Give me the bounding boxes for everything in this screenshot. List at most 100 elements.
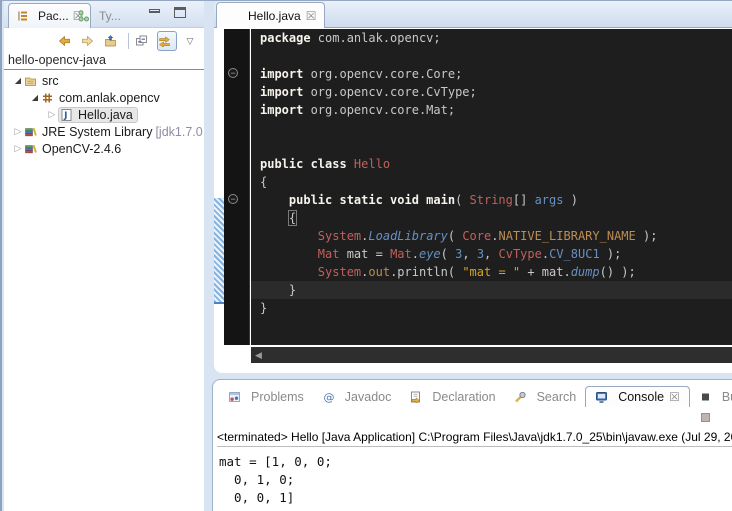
code-line-7 (260, 137, 732, 155)
tree-item-content: src (24, 74, 59, 88)
tree-item-label: JRE System Library (42, 125, 152, 139)
range-indicator (214, 198, 224, 304)
close-icon[interactable]: ☒ (306, 10, 317, 22)
tree-item-com-anlak-opencv[interactable]: ◢ com.anlak.opencv (4, 89, 204, 106)
expand-arrow-icon[interactable]: ▷ (12, 126, 24, 137)
console-tab-label: Console (618, 390, 664, 404)
declaration-icon (409, 391, 423, 403)
tree-item-content: com.anlak.opencv (41, 91, 160, 105)
up-folder-icon (104, 35, 118, 47)
horizontal-scrollbar[interactable]: ◀ (251, 347, 732, 363)
code-area[interactable]: package com.anlak.opencv; import org.open… (251, 29, 732, 345)
code-line-13: Mat mat = Mat.eye( 3, 3, CvType.CV_8UC1 … (260, 245, 732, 263)
console-tab-problems[interactable]: Problems (219, 387, 313, 407)
console-tab-label: Bug Explorer (722, 390, 732, 404)
fold-collapse-icon[interactable]: − (228, 68, 238, 78)
back-arrow-icon (58, 35, 72, 47)
console-tab-javadoc[interactable]: @ Javadoc (313, 387, 401, 407)
tree-item-hello-java[interactable]: ▷ J Hello.java (4, 106, 204, 123)
toolbar-separator (128, 33, 129, 49)
java-file-icon (225, 10, 239, 22)
view-tab-label: Pac... (38, 9, 69, 23)
java-file-icon: J (60, 109, 74, 121)
square-icon (699, 391, 713, 403)
console-tab-bug-explorer[interactable]: Bug Explorer (690, 387, 732, 407)
search-icon (514, 391, 528, 403)
problems-icon (228, 391, 242, 403)
forward-arrow-icon (81, 35, 95, 47)
code-line-10: public static void main( String[] args ) (260, 191, 732, 209)
view-menu-icon: ▽ (185, 36, 196, 47)
minimize-icon[interactable] (149, 9, 160, 13)
tree-item-label: src (42, 74, 59, 88)
close-icon[interactable]: ☒ (669, 391, 680, 403)
javadoc-icon: @ (322, 391, 336, 403)
console-tab-search[interactable]: Search (505, 387, 586, 407)
view-tab-label: Ty... (99, 9, 121, 23)
svg-text:@: @ (323, 391, 334, 403)
svg-text:J: J (63, 111, 67, 121)
collapse-arrow-icon[interactable]: ◢ (12, 76, 24, 85)
code-line-6 (260, 119, 732, 137)
tree-item-jre-system-library[interactable]: ▷JRE System Library[jdk1.7.0 (4, 123, 204, 140)
console-tab-label: Search (537, 390, 577, 404)
package-explorer-icon (16, 10, 30, 22)
forward-button[interactable] (80, 31, 100, 51)
collapse-all-icon (135, 35, 149, 47)
console-tab-declaration[interactable]: Declaration (400, 387, 504, 407)
tree-item-label: Hello.java (78, 108, 133, 122)
tree-item-label: com.anlak.opencv (59, 91, 160, 105)
source-folder-icon (24, 75, 38, 87)
up-button[interactable] (103, 31, 123, 51)
code-line-15: } (251, 281, 732, 299)
console-panel: Problems @ Javadoc Declaration Search Console… (212, 379, 732, 511)
console-output-line: 0, 1, 0; (219, 471, 332, 489)
collapse-all-button[interactable] (134, 31, 154, 51)
link-editor-icon (158, 35, 172, 47)
maximize-icon[interactable] (174, 7, 186, 18)
expand-arrow-icon[interactable]: ▷ (46, 109, 58, 120)
project-label: hello-opencv-java (4, 53, 204, 70)
console-tab-label: Javadoc (345, 390, 392, 404)
package-explorer-panel: Pac...☒Ty... ▽ hello-opencv-java ◢src◢co… (4, 1, 204, 511)
collapse-arrow-icon[interactable]: ◢ (29, 93, 41, 102)
package-explorer-toolbar: ▽ (57, 30, 200, 52)
console-toolbar-partial-icon[interactable] (701, 413, 710, 422)
tree-item-content: OpenCV-2.4.6 (24, 142, 121, 156)
code-line-1: package com.anlak.opencv; (260, 29, 732, 47)
code-line-3: import org.opencv.core.Core; (260, 65, 732, 83)
code-line-16: } (260, 299, 732, 317)
editor-gutter[interactable] (224, 29, 250, 345)
console-tab-label: Declaration (432, 390, 495, 404)
selected-tree-item: J Hello.java (58, 107, 138, 123)
code-line-14: System.out.println( "mat = " + mat.dump(… (260, 263, 732, 281)
back-button[interactable] (57, 31, 77, 51)
console-output-line: mat = [1, 0, 0; (219, 453, 332, 471)
tree-item-opencv-2-4-6[interactable]: ▷OpenCV-2.4.6 (4, 140, 204, 157)
console-icon (595, 391, 609, 403)
console-tab-console[interactable]: Console ☒ (585, 386, 690, 407)
code-line-11: { (260, 209, 732, 227)
link-with-editor-button[interactable] (157, 31, 177, 51)
code-line-5: import org.opencv.core.Mat; (260, 101, 732, 119)
tree-item-suffix: [jdk1.7.0 (155, 125, 202, 139)
console-status-line: <terminated> Hello [Java Application] C:… (217, 430, 732, 447)
editor-body: package com.anlak.opencv; import org.open… (214, 28, 732, 373)
library-icon (24, 143, 38, 155)
view-tab-ty[interactable]: Ty... (70, 3, 128, 28)
editor-tab-label: Hello.java (248, 9, 301, 23)
expand-arrow-icon[interactable]: ▷ (12, 143, 24, 154)
type-hierarchy-icon (77, 10, 91, 22)
fold-collapse-icon[interactable]: − (228, 194, 238, 204)
code-line-12: System.LoadLibrary( Core.NATIVE_LIBRARY_… (260, 227, 732, 245)
eclipse-window: Pac...☒Ty... ▽ hello-opencv-java ◢src◢co… (0, 0, 732, 511)
tree-item-src[interactable]: ◢ src (4, 72, 204, 89)
editor-tab-hello-java[interactable]: Hello.java ☒ (216, 2, 325, 28)
tree-item-content: JRE System Library[jdk1.7.0 (24, 125, 203, 139)
code-line-2 (260, 47, 732, 65)
package-icon (41, 92, 55, 104)
console-tab-label: Problems (251, 390, 304, 404)
view-menu-button[interactable]: ▽ (180, 31, 200, 51)
scroll-left-icon[interactable]: ◀ (251, 350, 262, 361)
console-output-line: 0, 0, 1] (219, 489, 332, 507)
